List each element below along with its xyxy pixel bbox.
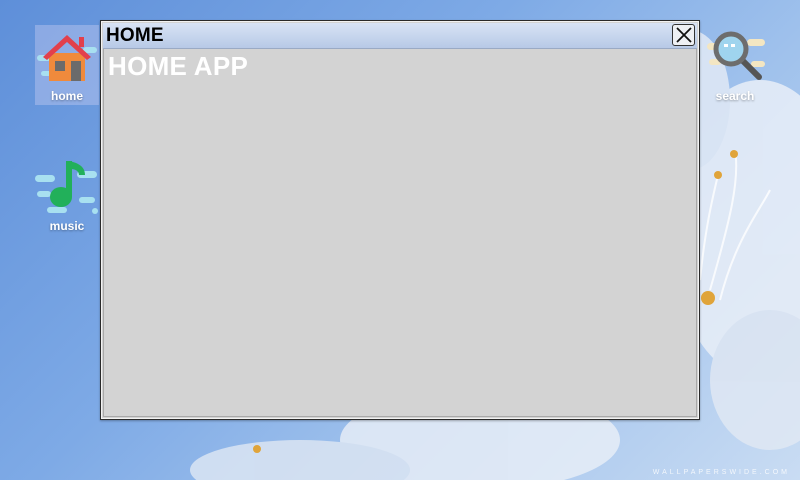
content-heading: HOME APP <box>108 51 249 81</box>
desktop-icon-search[interactable]: search <box>703 25 767 103</box>
desktop-icon-label: search <box>715 89 755 103</box>
house-icon <box>37 35 97 81</box>
window-content: HOME APP <box>103 49 697 417</box>
window-title: HOME <box>106 25 164 46</box>
desktop-icon-label: home <box>50 89 83 103</box>
desktop-icon-home[interactable]: home <box>35 25 99 105</box>
home-app-window: HOME HOME APP <box>100 20 700 420</box>
close-icon <box>675 27 692 43</box>
wallpaper-watermark: WALLPAPERSWIDE.COM <box>652 469 790 476</box>
music-note-icon <box>35 161 98 214</box>
desktop-icon-label: music <box>49 219 85 233</box>
magnifier-icon <box>707 31 765 80</box>
window-titlebar[interactable]: HOME <box>103 23 697 49</box>
desktop-icon-music[interactable]: music <box>35 155 99 233</box>
close-button[interactable] <box>672 24 695 46</box>
